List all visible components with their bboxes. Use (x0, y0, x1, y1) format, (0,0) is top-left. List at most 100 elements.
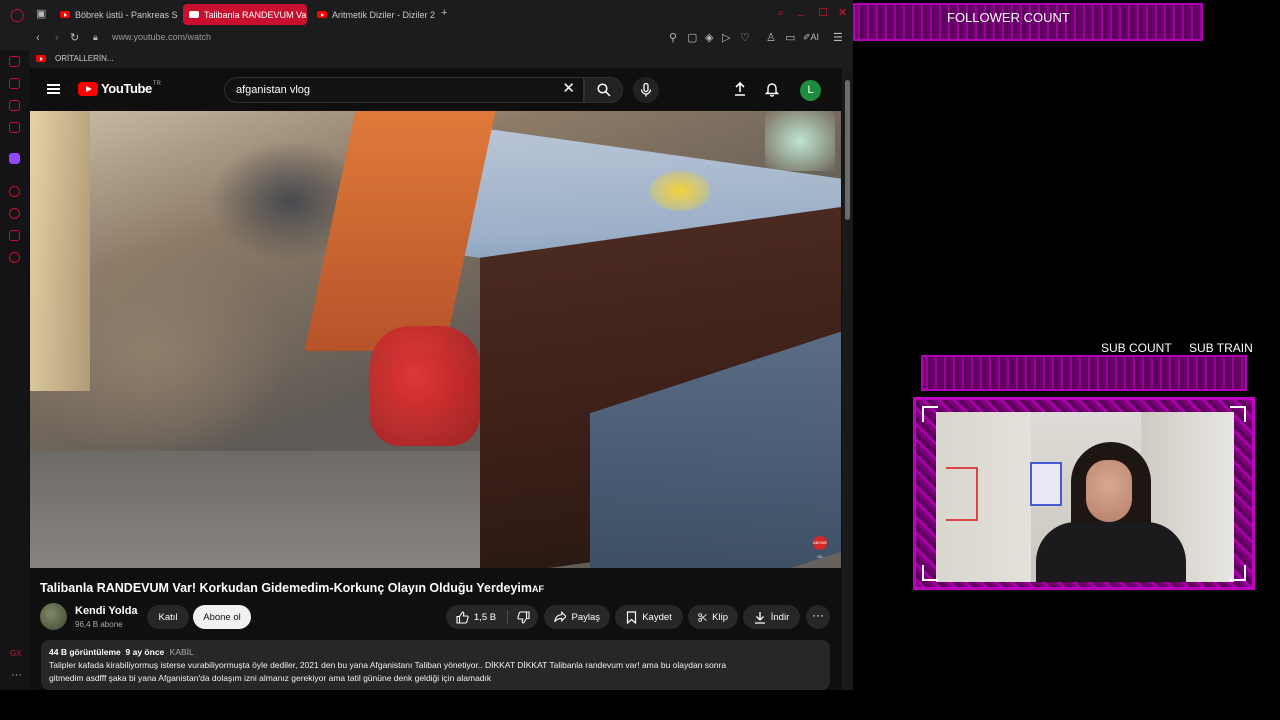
more-sidebar-icon[interactable]: ··· (11, 670, 22, 681)
tab-taliban[interactable]: Talibanla RANDEVUM Var! (183, 4, 307, 25)
bell-icon[interactable] (764, 81, 780, 97)
clip-label: Klip (712, 611, 728, 623)
new-tab-icon[interactable]: + (441, 8, 447, 19)
menu-icon[interactable] (47, 84, 60, 94)
browser-sidebar: GX ··· (0, 50, 29, 690)
upload-icon[interactable] (732, 81, 748, 97)
page-scrollbar[interactable] (842, 68, 853, 690)
dislike-button[interactable] (508, 605, 538, 629)
lock-icon: 🔒︎ (93, 32, 98, 42)
youtube-logo[interactable]: YouTube TR (78, 81, 161, 96)
more-icon[interactable]: ··· (806, 605, 830, 629)
country-code: TR (152, 81, 161, 87)
like-icon (456, 610, 469, 624)
like-button[interactable]: 1,5 B (446, 605, 506, 629)
bookmarks-bar: ORİTALLERİN... (0, 50, 853, 68)
youtube-favicon-icon (60, 11, 70, 18)
snapshot-icon[interactable]: ▢ (687, 33, 697, 44)
location-tag[interactable]: KABİL (170, 647, 194, 657)
reload-icon[interactable]: ↻ (70, 33, 79, 44)
subscribe-button[interactable]: Abone ol (193, 605, 251, 629)
battery-icon[interactable]: ▭ (785, 33, 795, 44)
like-dislike-group: 1,5 B (446, 605, 538, 629)
tab-aritmetik[interactable]: Aritmetik Diziler - Diziler 2 (311, 4, 435, 25)
history-icon[interactable] (9, 208, 20, 219)
tab-overview-icon[interactable]: ▣ (36, 9, 46, 20)
subscribe-label: Abone ol (203, 611, 241, 623)
back-icon[interactable]: ‹ (36, 33, 40, 44)
download-label: İndir (770, 611, 790, 623)
download-button[interactable]: İndir (743, 605, 800, 629)
music-icon[interactable] (9, 122, 20, 133)
save-label: Kaydet (642, 611, 672, 623)
minimize-icon[interactable]: _ (798, 6, 804, 17)
close-icon[interactable]: ✕ (562, 81, 575, 96)
description-line: Talipler kafada kirabiliyormuş isterse v… (49, 660, 727, 670)
clip-button[interactable]: Klip (688, 605, 738, 629)
youtube-favicon-icon (317, 11, 327, 18)
youtube-logo-text: YouTube (101, 81, 152, 96)
url-field[interactable]: www.youtube.com/watch (112, 32, 211, 42)
youtube-header: YouTube TR afganistan vlog ✕ L (29, 68, 842, 112)
bookmark-label: ORİTALLERİN... (55, 54, 114, 63)
youtube-page: YouTube TR afganistan vlog ✕ L ABONE OL … (29, 68, 842, 690)
video-player[interactable]: ABONE OL (30, 111, 841, 568)
search-icon (597, 83, 611, 97)
easy-setup-icon[interactable]: ☰ (833, 33, 843, 44)
description-box[interactable]: 44 B görüntüleme 9 ay önce KABİL Taliple… (41, 640, 830, 690)
join-button[interactable]: Katıl (147, 605, 189, 629)
join-label: Katıl (158, 611, 178, 623)
tab-label: Böbrek üstü - Pankreas Sc (75, 9, 178, 20)
send-icon[interactable]: ▷ (722, 33, 730, 44)
video-frame-wall (30, 111, 90, 391)
extensions-icon[interactable] (9, 230, 20, 241)
description-text: Talipler kafada kirabiliyormuş isterse v… (49, 659, 822, 685)
bookmark-item[interactable]: ORİTALLERİN... (36, 54, 114, 63)
close-window-icon[interactable]: ✕ (838, 8, 847, 19)
sub-bar (921, 355, 1247, 391)
aria-icon[interactable] (9, 56, 20, 67)
scrollbar-thumb[interactable] (845, 80, 850, 220)
streamer-face (1086, 460, 1132, 522)
channel-name[interactable]: Kendi Yolda (75, 605, 138, 617)
messenger-icon[interactable] (9, 100, 20, 111)
subscribe-watermark[interactable]: ABONE OL (813, 536, 827, 559)
gx-icon[interactable]: GX (10, 650, 22, 658)
avatar[interactable]: L (800, 80, 821, 101)
player-icon[interactable] (9, 186, 20, 197)
webcam-frame (913, 397, 1255, 590)
maximize-icon[interactable]: ☐ (818, 8, 828, 19)
pin-icon[interactable]: ⚲ (669, 33, 677, 44)
forward-icon[interactable]: › (55, 33, 59, 44)
share-label: Paylaş (571, 611, 600, 623)
heart-icon[interactable]: ♡ (740, 33, 750, 44)
settings-icon[interactable] (9, 252, 20, 263)
profile-icon[interactable]: ♙ (766, 33, 776, 44)
save-button[interactable]: Kaydet (615, 605, 683, 629)
like-count: 1,5 B (473, 611, 497, 623)
webcam-poster (1030, 462, 1062, 506)
tab-pancreas[interactable]: Böbrek üstü - Pankreas Sc (54, 4, 178, 25)
search-button[interactable] (584, 77, 623, 103)
tab-label: Talibanla RANDEVUM Var! (204, 9, 307, 20)
search-tabs-icon[interactable]: ⌕ (778, 8, 784, 19)
mic-icon (640, 83, 652, 97)
share-button[interactable]: Paylaş (544, 605, 610, 629)
channel-avatar[interactable] (40, 603, 67, 630)
ai-icon[interactable]: ✐AI (803, 33, 819, 42)
tab-label: Aritmetik Diziler - Diziler 2 (332, 9, 435, 20)
opera-icon[interactable]: ◯ (10, 8, 25, 21)
twitch-icon[interactable] (9, 153, 20, 164)
shield-icon[interactable]: ◈ (705, 33, 713, 44)
video-title-flag: AF (532, 584, 544, 594)
frame-corner (922, 565, 938, 581)
frame-corner (1230, 565, 1246, 581)
search-input[interactable]: afganistan vlog ✕ (224, 77, 584, 103)
webcam-shelf (946, 467, 978, 521)
description-line: gitmedim asdfff şaka bi yana Afganistan'… (49, 673, 492, 683)
voice-search-button[interactable] (633, 77, 659, 103)
download-icon (754, 611, 765, 624)
video-frame-floor (30, 451, 550, 568)
crypto-wallet-icon[interactable] (9, 78, 20, 89)
frame-corner (1230, 406, 1246, 422)
